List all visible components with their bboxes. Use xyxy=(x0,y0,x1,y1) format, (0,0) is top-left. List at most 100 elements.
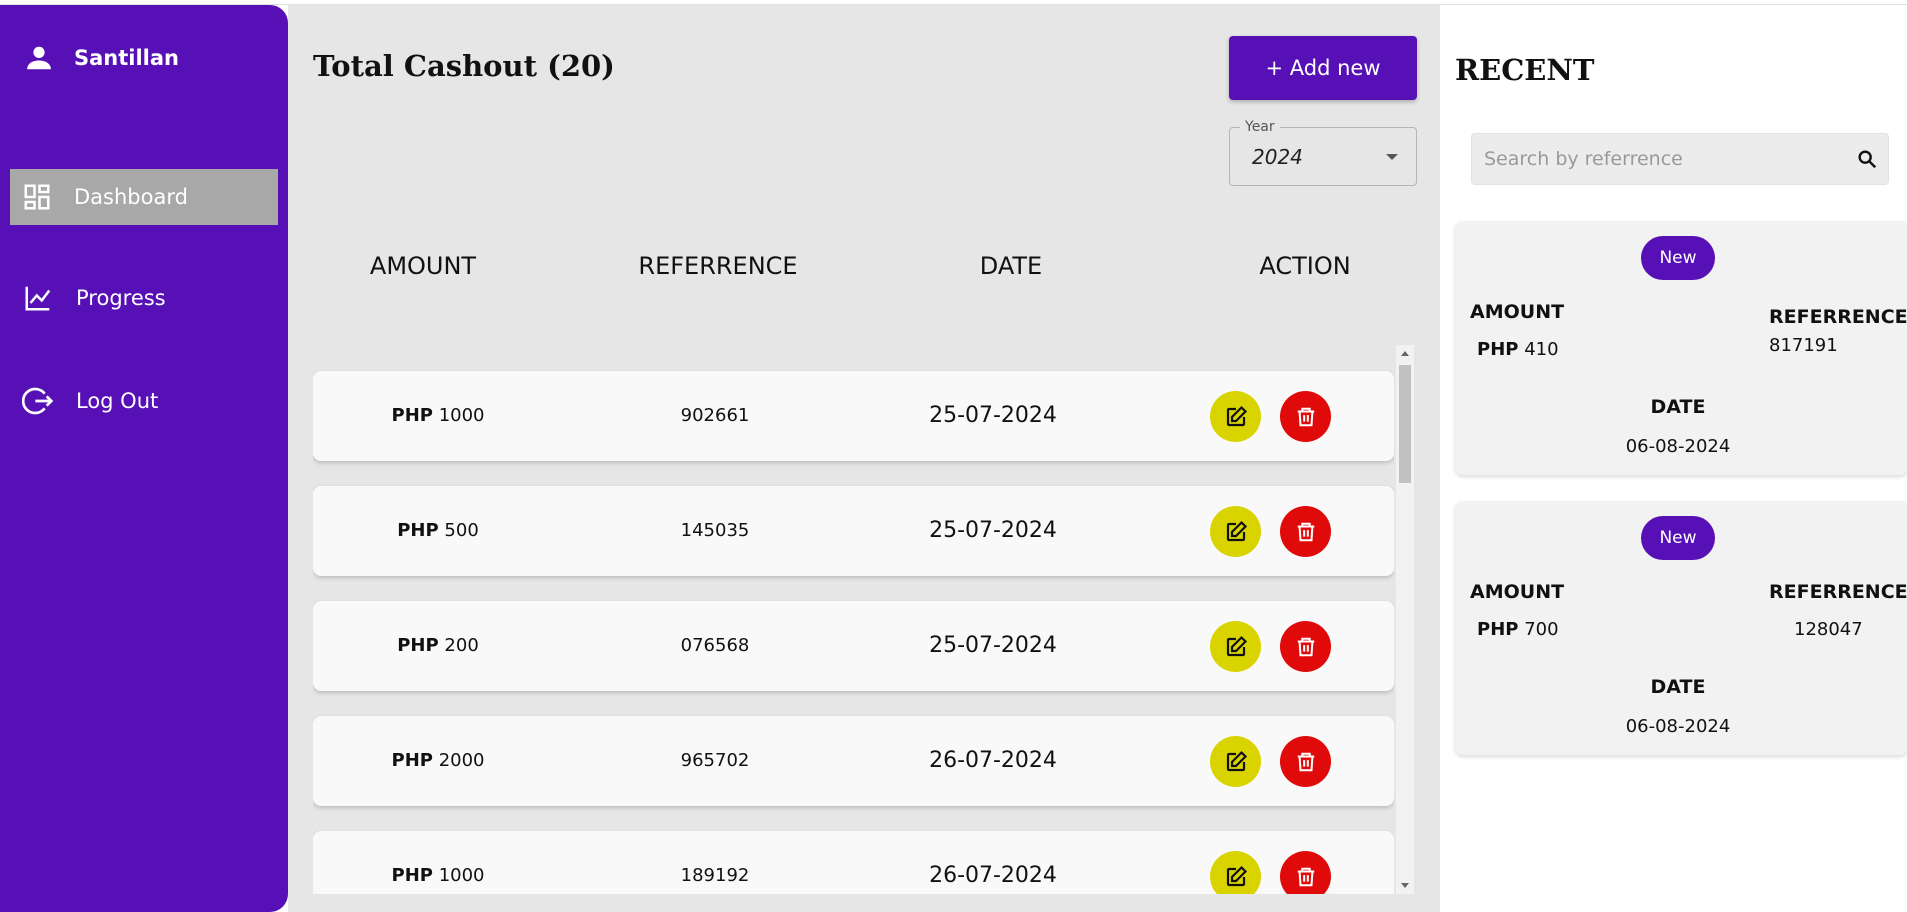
search-input[interactable] xyxy=(1472,134,1842,184)
row-date: 25-07-2024 xyxy=(929,633,1057,658)
card-date-label: DATE xyxy=(1650,676,1706,698)
page-title: Total Cashout (20) xyxy=(313,49,615,83)
nav-item-dashboard[interactable]: Dashboard xyxy=(10,169,278,225)
nav-item-progress[interactable]: Progress xyxy=(10,270,278,326)
trash-icon xyxy=(1297,522,1314,541)
card-reference-label: REFERRENCE xyxy=(1769,306,1907,328)
amount-value: 200 xyxy=(444,635,479,656)
main-content: Total Cashout (20) + Add new Year 2024 A… xyxy=(288,5,1440,912)
card-amount-label: AMOUNT xyxy=(1470,581,1565,603)
amount-value: 700 xyxy=(1524,619,1559,640)
chevron-down-icon xyxy=(1386,154,1398,160)
list-scrollbar[interactable] xyxy=(1396,345,1414,894)
currency: PHP xyxy=(1477,619,1519,640)
scrollbar-thumb[interactable] xyxy=(1399,365,1411,483)
line-chart-icon xyxy=(25,286,51,311)
card-amount-label: AMOUNT xyxy=(1470,301,1565,323)
column-header-action: ACTION xyxy=(1259,252,1351,280)
row-reference: 902661 xyxy=(680,405,750,426)
currency: PHP xyxy=(1477,339,1519,360)
amount-value: 500 xyxy=(444,520,479,541)
column-header-reference: REFERRENCE xyxy=(638,252,798,280)
edit-button[interactable] xyxy=(1210,506,1261,557)
amount-value: 1000 xyxy=(438,405,485,426)
cashout-list: PHP 1000 902661 25-07-2024 PHP 500 14503… xyxy=(313,367,1394,894)
delete-button[interactable] xyxy=(1280,851,1331,894)
trash-icon xyxy=(1297,407,1314,426)
year-select-label: Year xyxy=(1240,119,1280,135)
add-new-button[interactable]: + Add new xyxy=(1229,36,1417,100)
person-icon xyxy=(27,46,51,70)
row-reference: 145035 xyxy=(680,520,750,541)
edit-icon xyxy=(1226,405,1247,426)
amount-value: 2000 xyxy=(438,750,485,771)
nav-label-logout: Log Out xyxy=(76,389,159,413)
delete-button[interactable] xyxy=(1280,506,1331,557)
edit-button[interactable] xyxy=(1210,851,1261,894)
amount-value: 410 xyxy=(1524,339,1559,360)
currency: PHP xyxy=(391,750,433,771)
logout-icon xyxy=(22,387,54,415)
delete-button[interactable] xyxy=(1280,391,1331,442)
search-icon[interactable] xyxy=(1856,148,1878,170)
search-box xyxy=(1471,133,1889,185)
recent-card: New AMOUNT PHP 410 REFERRENCE 817191 DAT… xyxy=(1455,221,1907,475)
card-date: 06-08-2024 xyxy=(1625,436,1731,457)
year-select[interactable]: Year 2024 xyxy=(1229,119,1417,186)
card-date: 06-08-2024 xyxy=(1625,716,1731,737)
row-reference: 965702 xyxy=(680,750,750,771)
user-profile: Santillan xyxy=(24,43,179,73)
currency: PHP xyxy=(391,405,433,426)
edit-icon xyxy=(1226,635,1247,656)
row-date: 26-07-2024 xyxy=(929,863,1057,888)
edit-icon xyxy=(1226,520,1247,541)
scroll-down-arrow-icon[interactable] xyxy=(1401,883,1409,888)
delete-button[interactable] xyxy=(1280,736,1331,787)
edit-icon xyxy=(1226,865,1247,886)
new-badge: New xyxy=(1641,516,1715,560)
edit-button[interactable] xyxy=(1210,391,1261,442)
column-header-amount: AMOUNT xyxy=(369,252,477,280)
row-reference: 076568 xyxy=(680,635,750,656)
year-select-value: 2024 xyxy=(1252,145,1303,169)
card-reference-label: REFERRENCE xyxy=(1769,581,1907,603)
row-date: 26-07-2024 xyxy=(929,748,1057,773)
card-amount: PHP 700 xyxy=(1477,619,1559,640)
sidebar: Santillan Dashboard Progress Log Out xyxy=(0,5,288,912)
trash-icon xyxy=(1297,637,1314,656)
table-row: PHP 200 076568 25-07-2024 xyxy=(313,601,1394,691)
row-date: 25-07-2024 xyxy=(929,403,1057,428)
card-reference: 128047 xyxy=(1794,619,1863,640)
row-amount: PHP 200 xyxy=(397,601,479,691)
edit-icon xyxy=(1226,750,1247,771)
currency: PHP xyxy=(397,520,439,541)
currency: PHP xyxy=(397,635,439,656)
scroll-up-arrow-icon[interactable] xyxy=(1401,351,1409,356)
edit-button[interactable] xyxy=(1210,621,1261,672)
row-amount: PHP 1000 xyxy=(392,371,485,461)
user-name: Santillan xyxy=(74,46,179,70)
amount-value: 1000 xyxy=(438,865,485,886)
row-date: 25-07-2024 xyxy=(929,518,1057,543)
table-row: PHP 1000 189192 26-07-2024 xyxy=(313,831,1394,894)
dashboard-icon xyxy=(24,184,50,210)
trash-icon xyxy=(1297,867,1314,886)
row-reference: 189192 xyxy=(680,865,750,886)
trash-icon xyxy=(1297,752,1314,771)
card-date-label: DATE xyxy=(1650,396,1706,418)
table-row: PHP 500 145035 25-07-2024 xyxy=(313,486,1394,576)
nav-label-dashboard: Dashboard xyxy=(74,185,188,209)
card-reference: 817191 xyxy=(1769,335,1838,356)
currency: PHP xyxy=(391,865,433,886)
nav-label-progress: Progress xyxy=(76,286,166,310)
recent-panel: RECENT New AMOUNT PHP 410 REFERRENCE 817… xyxy=(1440,5,1907,912)
edit-button[interactable] xyxy=(1210,736,1261,787)
column-header-date: DATE xyxy=(979,252,1043,280)
nav-item-logout[interactable]: Log Out xyxy=(10,373,278,429)
card-amount: PHP 410 xyxy=(1477,339,1559,360)
row-amount: PHP 500 xyxy=(397,486,479,576)
table-row: PHP 2000 965702 26-07-2024 xyxy=(313,716,1394,806)
delete-button[interactable] xyxy=(1280,621,1331,672)
recent-title: RECENT xyxy=(1455,53,1595,87)
new-badge: New xyxy=(1641,236,1715,280)
